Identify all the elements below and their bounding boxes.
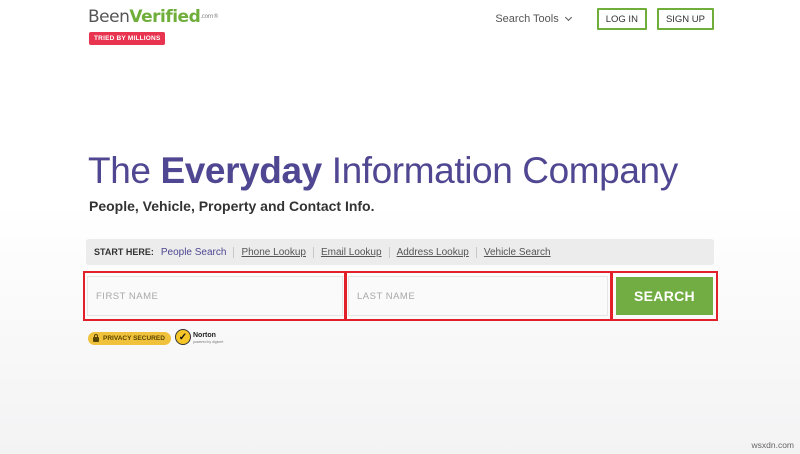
norton-label: Norton [193,332,216,339]
last-name-field[interactable] [348,276,608,316]
tab-people-search[interactable]: People Search [159,247,234,258]
tab-vehicle-search[interactable]: Vehicle Search [475,246,558,258]
search-tools-label: Search Tools [495,13,559,25]
search-button[interactable]: SEARCH [616,277,713,315]
tried-by-millions-badge: TRIED BY MILLIONS [89,32,166,45]
lock-icon [93,334,99,342]
first-name-input[interactable] [96,290,342,302]
search-tools-menu[interactable]: Search Tools [495,13,572,25]
norton-badge[interactable]: ✓ Norton powered by digicert [175,329,223,345]
norton-sublabel: powered by digicert [193,340,224,344]
watermark: wsxdn.com [751,440,794,450]
page-subtitle: People, Vehicle, Property and Contact In… [89,198,375,214]
privacy-secured-badge: PRIVACY SECURED [88,332,171,345]
login-button[interactable]: LOG IN [596,8,647,30]
checkmark-icon: ✓ [175,329,191,345]
start-here-label: START HERE: [94,247,154,257]
chevron-down-icon [564,13,572,22]
search-type-tabs: START HERE: People Search Phone Lookup E… [86,239,714,265]
first-name-field[interactable] [87,276,343,316]
top-nav: Search Tools LOG IN SIGN UP [495,8,714,30]
privacy-secured-label: PRIVACY SECURED [103,335,165,342]
logo-wordmark: BeenVerified.com® [88,7,219,27]
tab-phone-lookup[interactable]: Phone Lookup [233,246,313,258]
tab-email-lookup[interactable]: Email Lookup [312,246,389,258]
signup-button[interactable]: SIGN UP [656,8,714,30]
brand-logo[interactable]: BeenVerified.com® TRIED BY MILLIONS [88,7,219,45]
page-title: The Everyday Information Company [88,150,678,191]
last-name-input[interactable] [357,290,607,302]
tab-address-lookup[interactable]: Address Lookup [388,246,476,258]
